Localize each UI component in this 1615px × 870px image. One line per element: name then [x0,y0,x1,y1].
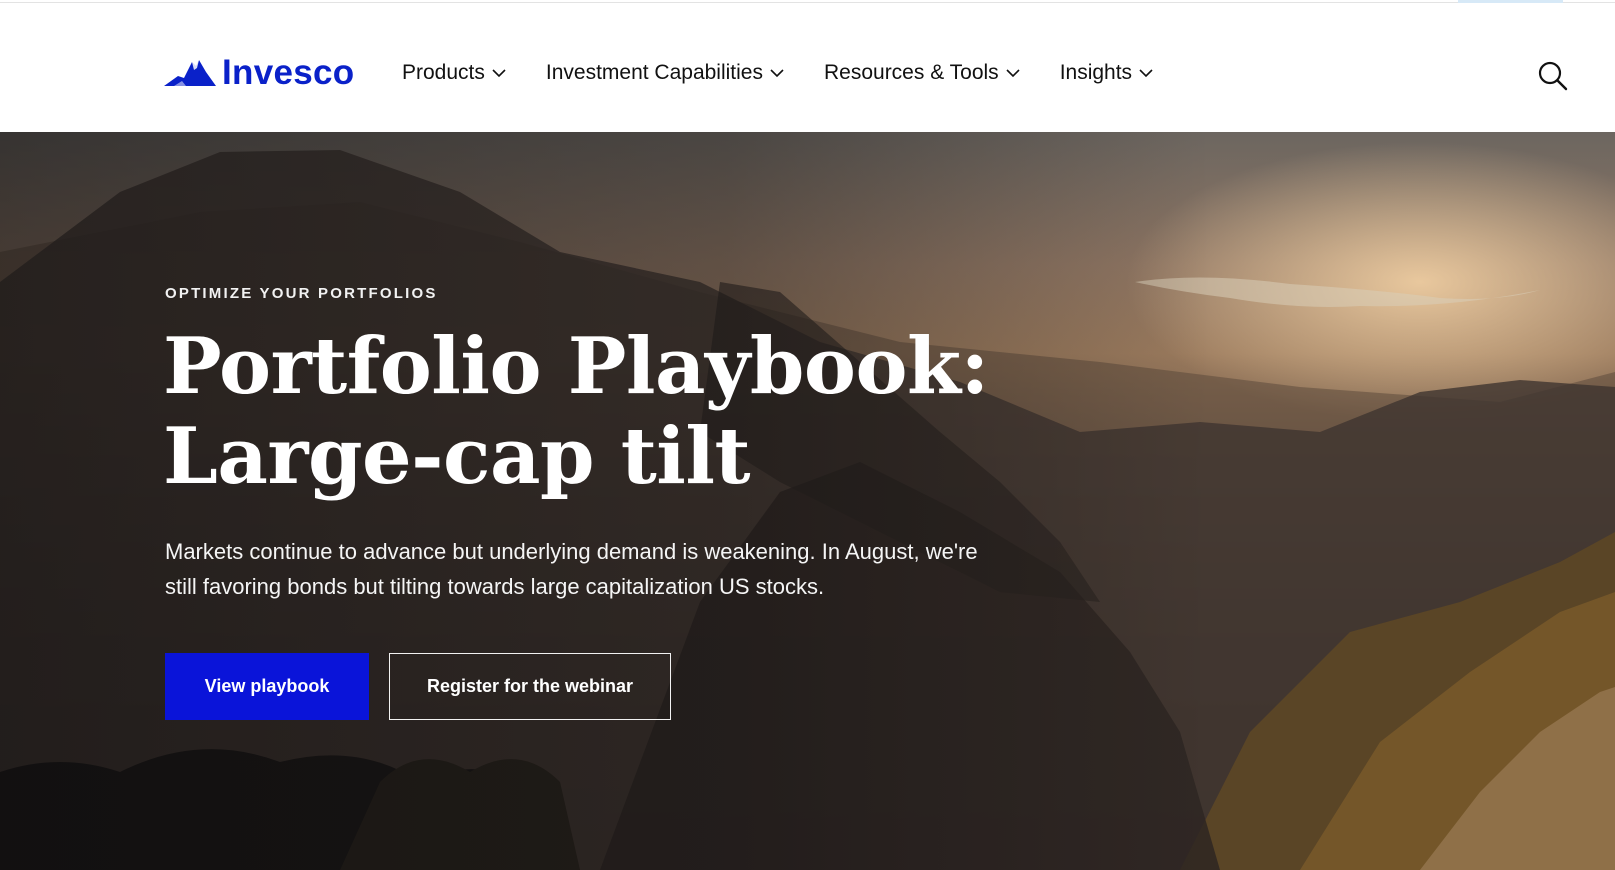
brand-name: Invesco [222,53,355,92]
hero-headline-line2: Large-cap tilt [163,411,751,502]
mountain-logo-icon [164,59,216,86]
chevron-down-icon [492,68,506,77]
chevron-down-icon [1139,68,1153,77]
nav-item-label: Insights [1059,61,1133,84]
hero-subtext: Markets continue to advance but underlyi… [165,539,978,599]
nav-item-investment-capabilities[interactable]: Investment Capabilities [546,61,784,85]
nav-item-label: Investment Capabilities [545,61,763,84]
nav-item-resources-tools[interactable]: Resources & Tools [824,61,1020,85]
main-nav: Products Investment Capabilities Resourc… [402,61,1193,85]
nav-item-label: Products [402,61,485,84]
invesco-logo[interactable]: Invesco [164,55,354,90]
hero-eyebrow: OPTIMIZE YOUR PORTFOLIOS [165,285,438,302]
hero-headline-line1: Portfolio Playbook: [163,321,989,412]
search-button[interactable] [1538,61,1568,91]
register-webinar-button[interactable]: Register for the webinar [389,653,671,720]
nav-item-label: Resources & Tools [823,61,999,84]
chevron-down-icon [1006,68,1020,77]
chevron-down-icon [770,68,784,77]
view-playbook-button[interactable]: View playbook [165,653,369,720]
nav-item-products[interactable]: Products [402,61,506,85]
site-header: Invesco Products Investment Capabilities… [0,3,1615,132]
nav-item-insights[interactable]: Insights [1060,61,1153,85]
search-icon [1538,61,1568,91]
hero-headline: Portfolio Playbook: Large-cap tilt [163,322,1063,502]
